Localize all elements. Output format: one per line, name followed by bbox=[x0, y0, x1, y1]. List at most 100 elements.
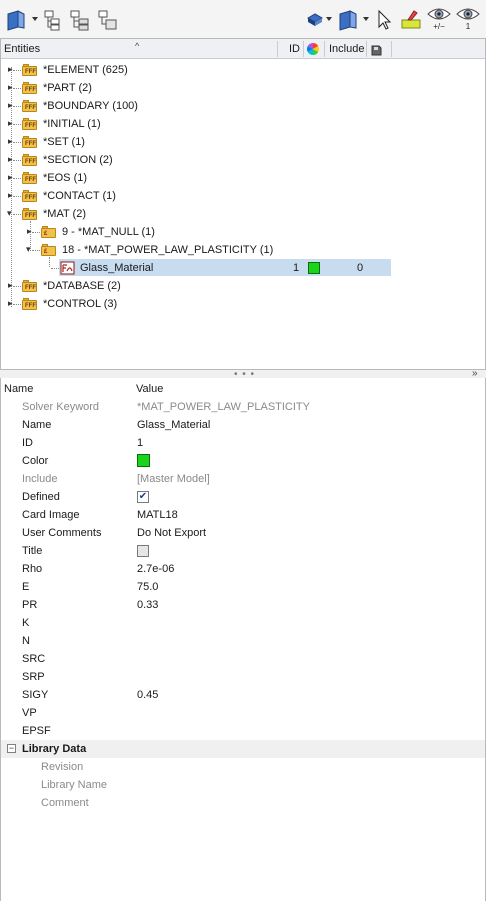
organize-icon[interactable] bbox=[68, 8, 92, 32]
prop-row-src[interactable]: SRC bbox=[1, 650, 485, 668]
entity-view-dropdown-icon[interactable] bbox=[32, 17, 38, 21]
tree-item-contact[interactable]: ▸ FFF *CONTACT (1) bbox=[1, 187, 485, 205]
include-column-header[interactable]: Include bbox=[329, 39, 364, 59]
expand-icon[interactable]: ▸ bbox=[8, 137, 13, 146]
show-hide-toggle-icon[interactable]: +/− bbox=[427, 6, 451, 34]
tree-item-label: 18 - *MAT_POWER_LAW_PLASTICITY (1) bbox=[62, 244, 274, 256]
prop-name: SRP bbox=[22, 671, 45, 683]
name-value-field[interactable]: Glass_Material bbox=[137, 416, 210, 434]
color-column-header-icon[interactable] bbox=[306, 39, 320, 59]
prop-row-e[interactable]: E 75.0 bbox=[1, 578, 485, 596]
tree-item-section[interactable]: ▸ FFF *SECTION (2) bbox=[1, 151, 485, 169]
pointer-icon[interactable] bbox=[376, 8, 392, 32]
card-image-value[interactable]: MATL18 bbox=[137, 506, 178, 524]
tree-item-label: Glass_Material bbox=[80, 262, 154, 274]
entity-view-right-icon[interactable] bbox=[336, 8, 360, 32]
expand-icon[interactable]: ▸ bbox=[8, 191, 13, 200]
prop-row-user-comments[interactable]: User Comments Do Not Export bbox=[1, 524, 485, 542]
tree-icon[interactable] bbox=[96, 8, 120, 32]
library-data-group[interactable]: − Library Data bbox=[1, 740, 485, 758]
name-column-header[interactable]: Name bbox=[4, 383, 33, 395]
column-divider[interactable] bbox=[277, 41, 278, 57]
prop-row-comment[interactable]: Comment bbox=[1, 794, 485, 812]
expand-icon[interactable]: ▸ bbox=[8, 299, 13, 308]
prop-name: Rho bbox=[22, 563, 43, 575]
column-divider[interactable] bbox=[366, 41, 367, 57]
visibility-dropdown-icon[interactable] bbox=[326, 17, 332, 21]
prop-row-sigy[interactable]: SIGY 0.45 bbox=[1, 686, 485, 704]
expand-icon[interactable]: ▸ bbox=[8, 65, 13, 74]
value-column-header[interactable]: Value bbox=[136, 383, 163, 395]
entities-column-header[interactable]: Entities bbox=[4, 39, 40, 59]
prop-row-vp[interactable]: VP bbox=[1, 704, 485, 722]
expand-icon[interactable]: ▸ bbox=[8, 281, 13, 290]
selected-color-swatch[interactable] bbox=[308, 262, 320, 274]
expand-icon[interactable]: ▸ bbox=[8, 155, 13, 164]
collapse-icon[interactable]: ▾ bbox=[26, 245, 31, 254]
prop-row-id[interactable]: ID 1 bbox=[1, 434, 485, 452]
highlight-icon[interactable] bbox=[400, 8, 422, 32]
column-divider[interactable] bbox=[303, 41, 304, 57]
e-value-field[interactable]: 75.0 bbox=[137, 578, 158, 596]
tree-item-eos[interactable]: ▸ FFF *EOS (1) bbox=[1, 169, 485, 187]
prop-row-color[interactable]: Color bbox=[1, 452, 485, 470]
defined-checkbox[interactable]: ✔ bbox=[137, 491, 149, 503]
expand-icon[interactable]: ▸ bbox=[8, 119, 13, 128]
tree-item-element[interactable]: ▸ FFF *ELEMENT (625) bbox=[1, 61, 485, 79]
prop-row-library-name[interactable]: Library Name bbox=[1, 776, 485, 794]
prop-name: SRC bbox=[22, 653, 46, 665]
show-only-icon[interactable]: 1 bbox=[456, 6, 480, 34]
prop-name: Title bbox=[22, 545, 43, 557]
tree-guide-line bbox=[13, 178, 21, 179]
user-comments-value[interactable]: Do Not Export bbox=[137, 524, 206, 542]
tree-item-label: *CONTROL (3) bbox=[43, 298, 118, 310]
entity-view-icon[interactable] bbox=[4, 8, 28, 32]
prop-name: ID bbox=[22, 437, 33, 449]
color-value-swatch[interactable] bbox=[137, 454, 150, 467]
panel-splitter[interactable]: • • • » bbox=[0, 368, 486, 380]
prop-row-k[interactable]: K bbox=[1, 614, 485, 632]
prop-row-card-image[interactable]: Card Image MATL18 bbox=[1, 506, 485, 524]
expand-icon[interactable]: ▸ bbox=[8, 83, 13, 92]
prop-row-srp[interactable]: SRP bbox=[1, 668, 485, 686]
prop-row-rho[interactable]: Rho 2.7e-06 bbox=[1, 560, 485, 578]
prop-row-name[interactable]: Name Glass_Material bbox=[1, 416, 485, 434]
lock-column-header-icon[interactable] bbox=[370, 43, 382, 56]
collapse-group-icon[interactable]: − bbox=[7, 744, 16, 753]
sigy-value-field[interactable]: 0.45 bbox=[137, 686, 158, 704]
column-divider[interactable] bbox=[391, 41, 392, 57]
tree-item-glass-material[interactable]: Glass_Material 1 0 bbox=[1, 259, 485, 277]
expand-icon[interactable]: ▸ bbox=[8, 173, 13, 182]
entity-list-icon[interactable] bbox=[42, 8, 66, 32]
prop-row-revision[interactable]: Revision bbox=[1, 758, 485, 776]
prop-row-defined[interactable]: Defined ✔ bbox=[1, 488, 485, 506]
tree-item-mat-null[interactable]: ▸ £ 9 - *MAT_NULL (1) bbox=[1, 223, 485, 241]
tree-item-mat-power-law-plasticity[interactable]: ▾ £ 18 - *MAT_POWER_LAW_PLASTICITY (1) bbox=[1, 241, 485, 259]
tree-item-part[interactable]: ▸ FFF *PART (2) bbox=[1, 79, 485, 97]
tree-item-database[interactable]: ▸ FFF *DATABASE (2) bbox=[1, 277, 485, 295]
rho-value-field[interactable]: 2.7e-06 bbox=[137, 560, 174, 578]
entity-view-right-dropdown-icon[interactable] bbox=[363, 17, 369, 21]
prop-row-title[interactable]: Title bbox=[1, 542, 485, 560]
tree-item-control[interactable]: ▸ FFF *CONTROL (3) bbox=[1, 295, 485, 313]
collapse-icon[interactable]: ▾ bbox=[7, 209, 12, 218]
id-value-field[interactable]: 1 bbox=[137, 434, 143, 452]
title-checkbox[interactable] bbox=[137, 545, 149, 557]
tree-guide-line bbox=[13, 214, 21, 215]
folder-icon: FFF bbox=[22, 136, 37, 148]
tree-item-set[interactable]: ▸ FFF *SET (1) bbox=[1, 133, 485, 151]
prop-name: PR bbox=[22, 599, 38, 611]
tree-item-boundary[interactable]: ▸ FFF *BOUNDARY (100) bbox=[1, 97, 485, 115]
expand-icon[interactable]: ▸ bbox=[27, 227, 32, 236]
folder-icon: FFF bbox=[22, 280, 37, 292]
prop-row-pr[interactable]: PR 0.33 bbox=[1, 596, 485, 614]
tree-item-mat[interactable]: ▾ FFF *MAT (2) bbox=[1, 205, 485, 223]
prop-row-n[interactable]: N bbox=[1, 632, 485, 650]
tree-item-initial[interactable]: ▸ FFF *INITIAL (1) bbox=[1, 115, 485, 133]
id-column-header[interactable]: ID bbox=[289, 39, 300, 59]
visibility-layer-icon[interactable] bbox=[306, 8, 324, 32]
expand-icon[interactable]: ▸ bbox=[8, 101, 13, 110]
pr-value-field[interactable]: 0.33 bbox=[137, 596, 158, 614]
column-divider[interactable] bbox=[324, 41, 325, 57]
prop-row-epsf[interactable]: EPSF bbox=[1, 722, 485, 740]
